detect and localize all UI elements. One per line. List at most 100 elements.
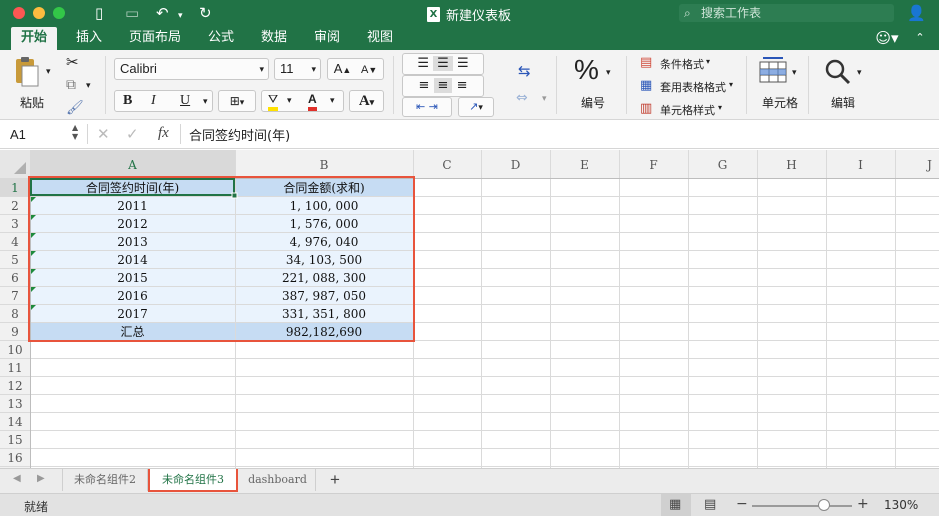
close-window-button[interactable] xyxy=(13,7,25,19)
copy-dropdown-icon[interactable]: ▾ xyxy=(86,81,91,91)
decrease-indent-icon[interactable]: ⇤ xyxy=(416,100,425,113)
paste-icon[interactable] xyxy=(12,56,42,87)
column-header-j[interactable]: J xyxy=(925,158,932,172)
table-header-cell[interactable]: 合同金额(求和) xyxy=(283,180,364,195)
edit-label[interactable]: 编辑 xyxy=(831,94,855,111)
merge-center-icon[interactable]: ⇔ xyxy=(516,90,528,106)
underline-button[interactable]: U xyxy=(180,91,190,111)
table-header-cell[interactable]: 合同签约时间(年) xyxy=(86,180,179,195)
row-header-11[interactable]: 11 xyxy=(7,361,22,375)
align-left-icon[interactable]: ≡ xyxy=(419,78,430,93)
fill-color-dropdown-icon[interactable]: ▾ xyxy=(287,91,292,111)
name-box-stepper-icon[interactable]: ▲ ▼ xyxy=(72,123,78,141)
tab-insert[interactable]: 插入 xyxy=(72,27,106,50)
row-header-4[interactable]: 4 xyxy=(11,235,19,249)
format-painter-icon[interactable]: 🖌 xyxy=(66,100,84,116)
redo-icon[interactable]: ↻ xyxy=(199,5,212,21)
align-bottom-icon[interactable]: ☰ xyxy=(457,56,469,71)
prev-sheet-icon[interactable]: ◀ xyxy=(13,473,21,484)
confirm-entry-icon[interactable]: ✓ xyxy=(126,125,139,143)
conditional-format-button[interactable]: 条件格式 xyxy=(660,56,704,72)
column-header-e[interactable]: E xyxy=(580,158,589,172)
column-header-i[interactable]: I xyxy=(858,158,863,172)
undo-icon[interactable]: ↶ xyxy=(156,5,169,21)
search-sheet-input[interactable]: ⌕ 搜索工作表 xyxy=(679,4,894,22)
table-cell-amount[interactable]: 387, 987, 050 xyxy=(282,289,366,303)
collapse-ribbon-icon[interactable]: ⌃ xyxy=(910,27,930,50)
cells-label[interactable]: 单元格 xyxy=(762,94,798,111)
zoom-level[interactable]: 130% xyxy=(884,498,918,512)
percent-icon[interactable]: % xyxy=(574,54,599,86)
row-header-1[interactable]: 1 xyxy=(11,181,19,195)
align-center-icon[interactable]: ≡ xyxy=(433,78,453,93)
cut-icon[interactable]: ✂ xyxy=(66,53,79,71)
row-header-7[interactable]: 7 xyxy=(11,289,19,303)
page-layout-view-icon[interactable]: ▤ xyxy=(704,497,716,512)
maximize-window-button[interactable] xyxy=(53,7,65,19)
merge-dropdown-icon[interactable]: ▾ xyxy=(542,94,547,104)
add-sheet-button[interactable]: + xyxy=(322,469,348,491)
save-icon[interactable]: ▭ xyxy=(125,5,139,21)
row-header-14[interactable]: 14 xyxy=(7,415,23,429)
increase-indent-icon[interactable]: ⇥ xyxy=(429,100,438,113)
row-header-8[interactable]: 8 xyxy=(11,307,19,321)
fill-color-icon[interactable]: ⛛ xyxy=(268,91,279,111)
worksheet-grid[interactable]: A B C D E F G H I J 1 2 3 4 5 6 7 8 9 10 11 12 13 14 15 16 合同签约时间(… xyxy=(0,150,939,468)
table-total-value[interactable]: 982,182,690 xyxy=(286,325,362,339)
zoom-out-button[interactable]: − xyxy=(736,496,748,512)
orientation-button[interactable]: ↗▾ xyxy=(458,97,494,117)
table-cell-amount[interactable]: 4, 976, 040 xyxy=(290,235,359,249)
cells-dropdown-icon[interactable]: ▾ xyxy=(792,68,797,78)
find-dropdown-icon[interactable]: ▾ xyxy=(857,68,862,78)
paste-button-label[interactable]: 粘贴 xyxy=(20,94,44,111)
table-cell-amount[interactable]: 221, 088, 300 xyxy=(282,271,366,285)
column-header-d[interactable]: D xyxy=(511,158,521,172)
tab-page-layout[interactable]: 页面布局 xyxy=(124,27,186,50)
zoom-slider-track[interactable] xyxy=(752,505,852,507)
align-right-icon[interactable]: ≡ xyxy=(457,78,468,93)
find-icon[interactable] xyxy=(824,58,852,86)
row-header-3[interactable]: 3 xyxy=(11,217,19,231)
tab-review[interactable]: 审阅 xyxy=(310,27,344,50)
share-user-icon[interactable]: 👤 xyxy=(907,5,926,21)
font-color-dropdown-icon[interactable]: ▾ xyxy=(330,91,335,111)
table-cell-year[interactable]: 2011 xyxy=(117,199,148,213)
column-header-b[interactable]: B xyxy=(320,158,329,172)
tab-home[interactable]: 开始 xyxy=(11,27,57,50)
column-header-h[interactable]: H xyxy=(786,158,796,172)
cancel-entry-icon[interactable]: ✕ xyxy=(97,125,110,143)
tab-data[interactable]: 数据 xyxy=(257,27,291,50)
tab-view[interactable]: 视图 xyxy=(363,27,397,50)
text-style-button[interactable]: A▾ xyxy=(349,90,384,112)
undo-dropdown-icon[interactable]: ▾ xyxy=(178,8,183,24)
table-cell-year[interactable]: 2014 xyxy=(117,253,148,267)
row-header-5[interactable]: 5 xyxy=(11,253,19,267)
insert-function-button[interactable]: fx xyxy=(158,125,169,142)
table-cell-year[interactable]: 2015 xyxy=(117,271,148,285)
table-cell-year[interactable]: 2013 xyxy=(117,235,148,249)
table-cell-year[interactable]: 2016 xyxy=(117,289,148,303)
minimize-window-button[interactable] xyxy=(33,7,45,19)
align-middle-icon[interactable]: ☰ xyxy=(433,56,453,71)
feedback-smiley-icon[interactable]: ☺▾ xyxy=(870,27,904,50)
cells-icon[interactable] xyxy=(759,56,789,84)
bold-button[interactable]: B xyxy=(123,91,132,111)
row-header-6[interactable]: 6 xyxy=(11,271,19,285)
font-name-select[interactable]: Calibri ▾ xyxy=(114,58,269,80)
table-cell-year[interactable]: 2017 xyxy=(117,307,148,321)
borders-button[interactable]: ⊞▾ xyxy=(218,90,256,112)
row-header-2[interactable]: 2 xyxy=(11,199,19,213)
name-box[interactable]: A1 xyxy=(10,127,26,142)
sidebar-toggle-icon[interactable]: ▯ xyxy=(95,5,103,21)
wrap-text-icon[interactable]: ⇆ xyxy=(518,62,531,80)
font-color-button[interactable]: A xyxy=(308,91,317,111)
number-format-label[interactable]: 编号 xyxy=(581,94,605,111)
sheet-tab-1[interactable]: 未命名组件2 xyxy=(62,469,148,491)
normal-view-button[interactable]: ▦ xyxy=(661,494,691,516)
table-total-label[interactable]: 汇总 xyxy=(120,325,144,339)
paste-dropdown-icon[interactable]: ▾ xyxy=(46,67,51,77)
row-header-13[interactable]: 13 xyxy=(7,397,22,411)
underline-dropdown-icon[interactable]: ▾ xyxy=(203,91,208,111)
column-header-c[interactable]: C xyxy=(442,158,451,172)
sheet-tab-3[interactable]: dashboard xyxy=(240,469,316,491)
